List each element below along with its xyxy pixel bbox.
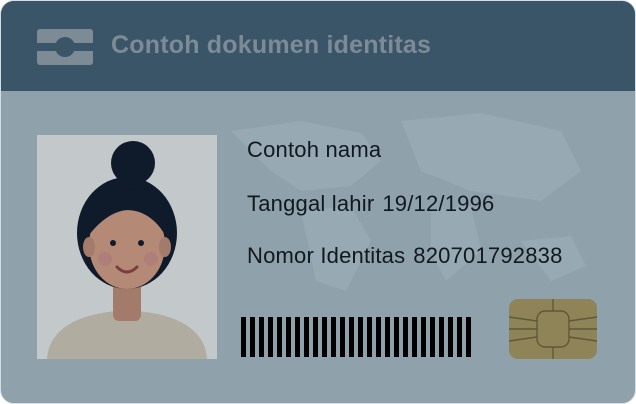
- id-card-logo-icon: [37, 29, 93, 65]
- sim-chip-icon: [509, 299, 597, 359]
- id-number-value: 820701792838: [413, 243, 563, 268]
- id-number-row: Nomor Identitas 820701792838: [247, 243, 563, 269]
- holder-name: Contoh nama: [247, 137, 382, 162]
- birth-date-value: 19/12/1996: [382, 191, 495, 216]
- barcode-icon: [241, 317, 471, 357]
- birth-date-row: Tanggal lahir 19/12/1996: [247, 191, 494, 217]
- card-header: Contoh dokumen identitas: [1, 1, 635, 91]
- id-number-label: Nomor Identitas: [247, 243, 406, 268]
- birth-date-label: Tanggal lahir: [247, 191, 375, 216]
- card-title: Contoh dokumen identitas: [111, 31, 432, 59]
- id-card-sample: Contoh dokumen identitas Contoh nama Tan…: [0, 0, 636, 404]
- woman-avatar-icon: [47, 141, 207, 359]
- portrait-photo: [37, 135, 217, 359]
